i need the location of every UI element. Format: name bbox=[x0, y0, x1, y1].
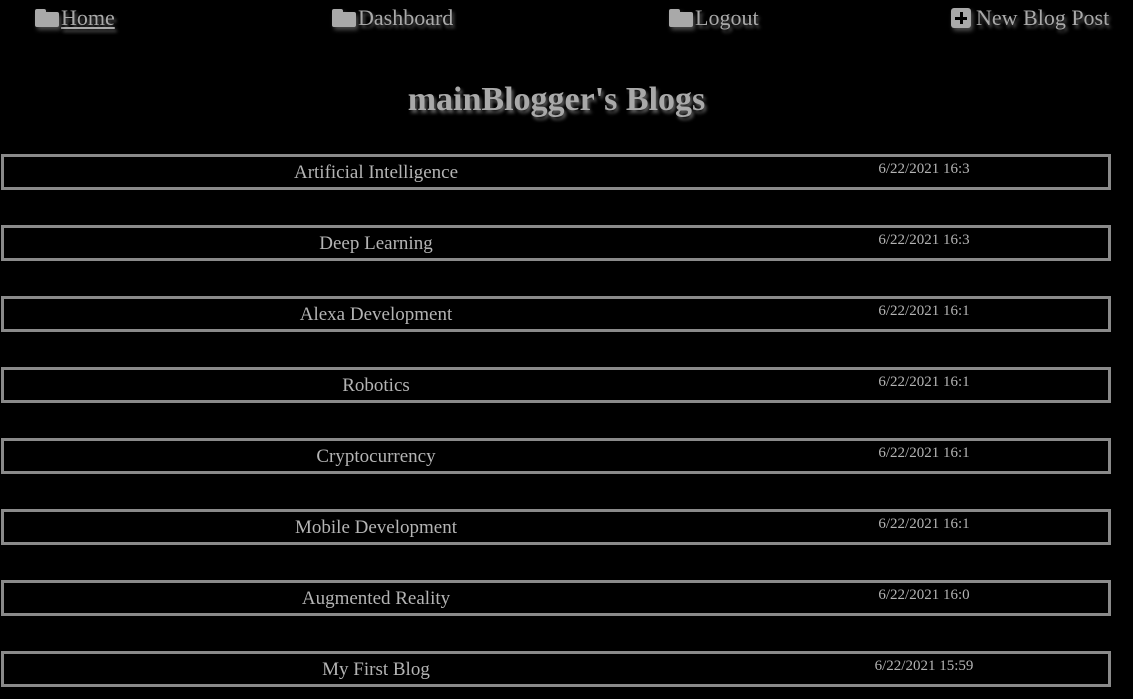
blog-list-item[interactable]: Augmented Reality 6/22/2021 16:0 bbox=[1, 580, 1111, 616]
blog-list-item[interactable]: Alexa Development 6/22/2021 16:1 bbox=[1, 296, 1111, 332]
plus-square-icon bbox=[949, 8, 975, 28]
nav-home-label: Home bbox=[61, 5, 115, 30]
blog-title: Artificial Intelligence bbox=[293, 162, 459, 183]
nav-dashboard-label: Dashboard bbox=[358, 5, 454, 30]
blog-date: 6/22/2021 16:0 bbox=[878, 587, 970, 603]
blog-list-item[interactable]: Robotics 6/22/2021 16:1 bbox=[1, 367, 1111, 403]
blog-title: Robotics bbox=[342, 375, 410, 396]
blog-list-item[interactable]: My First Blog 6/22/2021 15:59 bbox=[1, 651, 1111, 687]
blog-date: 6/22/2021 16:3 bbox=[878, 161, 970, 177]
folder-icon bbox=[331, 8, 357, 28]
blog-title: Mobile Development bbox=[295, 517, 457, 538]
nav-new-blog-post-link[interactable]: New Blog Post bbox=[949, 5, 1109, 31]
blog-list-item[interactable]: Mobile Development 6/22/2021 16:1 bbox=[1, 509, 1111, 545]
top-nav: Home Dashboard Logout New Blog Post bbox=[0, 0, 1133, 40]
blog-title: My First Blog bbox=[322, 659, 430, 680]
blog-title: Deep Learning bbox=[319, 233, 433, 254]
nav-dashboard-link[interactable]: Dashboard bbox=[331, 5, 453, 31]
blog-list: Artificial Intelligence 6/22/2021 16:3 D… bbox=[1, 154, 1111, 699]
folder-icon bbox=[34, 8, 60, 28]
blog-date: 6/22/2021 16:1 bbox=[878, 303, 970, 319]
page-title: mainBlogger's Blogs bbox=[407, 81, 706, 118]
blog-date: 6/22/2021 16:1 bbox=[878, 516, 970, 532]
blog-title: Alexa Development bbox=[299, 304, 453, 325]
blog-title: Augmented Reality bbox=[301, 588, 451, 609]
blog-date: 6/22/2021 16:3 bbox=[878, 232, 970, 248]
nav-logout-label: Logout bbox=[695, 5, 759, 30]
nav-home-link[interactable]: Home bbox=[34, 5, 115, 31]
blog-date: 6/22/2021 15:59 bbox=[874, 658, 974, 674]
blog-list-item[interactable]: Deep Learning 6/22/2021 16:3 bbox=[1, 225, 1111, 261]
nav-new-blog-post-label: New Blog Post bbox=[976, 5, 1110, 30]
blog-date: 6/22/2021 16:1 bbox=[878, 445, 970, 461]
blog-list-item[interactable]: Cryptocurrency 6/22/2021 16:1 bbox=[1, 438, 1111, 474]
blog-list-item[interactable]: Artificial Intelligence 6/22/2021 16:3 bbox=[1, 154, 1111, 190]
blog-date: 6/22/2021 16:1 bbox=[878, 374, 970, 390]
blog-title: Cryptocurrency bbox=[316, 446, 436, 467]
folder-icon bbox=[668, 8, 694, 28]
nav-logout-link[interactable]: Logout bbox=[668, 5, 759, 31]
